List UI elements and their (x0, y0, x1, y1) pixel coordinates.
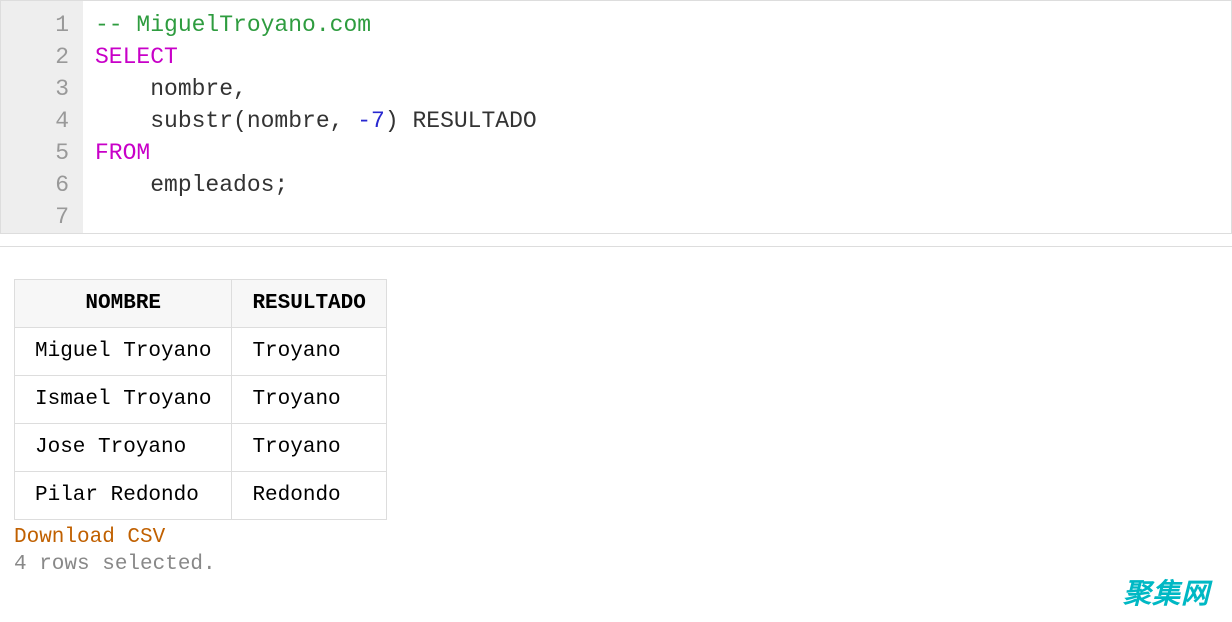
code-text: nombre, (95, 76, 247, 102)
line-number: 3 (1, 73, 69, 105)
code-text: empleados; (95, 172, 288, 198)
line-number: 6 (1, 169, 69, 201)
table-header-row: NOMBRE RESULTADO (15, 280, 387, 328)
watermark: 聚集网 (1123, 572, 1210, 612)
table-row: Miguel Troyano Troyano (15, 328, 387, 376)
line-number-gutter: 1 2 3 4 5 6 7 (1, 1, 83, 233)
download-csv-link[interactable]: Download CSV (14, 526, 165, 549)
code-keyword: SELECT (95, 44, 178, 70)
cell-resultado: Redondo (232, 472, 386, 520)
cell-resultado: Troyano (232, 328, 386, 376)
code-comment: -- MiguelTroyano.com (95, 12, 371, 38)
cell-resultado: Troyano (232, 376, 386, 424)
column-header-nombre: NOMBRE (15, 280, 232, 328)
cell-nombre: Jose Troyano (15, 424, 232, 472)
table-row: Jose Troyano Troyano (15, 424, 387, 472)
cell-nombre: Pilar Redondo (15, 472, 232, 520)
column-header-resultado: RESULTADO (232, 280, 386, 328)
code-text: ) RESULTADO (385, 108, 537, 134)
line-number: 5 (1, 137, 69, 169)
sql-editor[interactable]: 1 2 3 4 5 6 7 -- MiguelTroyano.com SELEC… (0, 0, 1232, 234)
cell-nombre: Miguel Troyano (15, 328, 232, 376)
cell-nombre: Ismael Troyano (15, 376, 232, 424)
results-panel: NOMBRE RESULTADO Miguel Troyano Troyano … (0, 246, 1232, 576)
code-number: -7 (357, 108, 385, 134)
line-number: 2 (1, 41, 69, 73)
code-area[interactable]: -- MiguelTroyano.com SELECT nombre, subs… (83, 1, 1231, 233)
code-keyword: FROM (95, 140, 150, 166)
line-number: 4 (1, 105, 69, 137)
line-number: 1 (1, 9, 69, 41)
status-text: 4 rows selected. (14, 553, 1218, 576)
table-row: Ismael Troyano Troyano (15, 376, 387, 424)
line-number: 7 (1, 201, 69, 233)
code-text: substr(nombre, (95, 108, 357, 134)
results-table: NOMBRE RESULTADO Miguel Troyano Troyano … (14, 279, 387, 520)
cell-resultado: Troyano (232, 424, 386, 472)
table-row: Pilar Redondo Redondo (15, 472, 387, 520)
